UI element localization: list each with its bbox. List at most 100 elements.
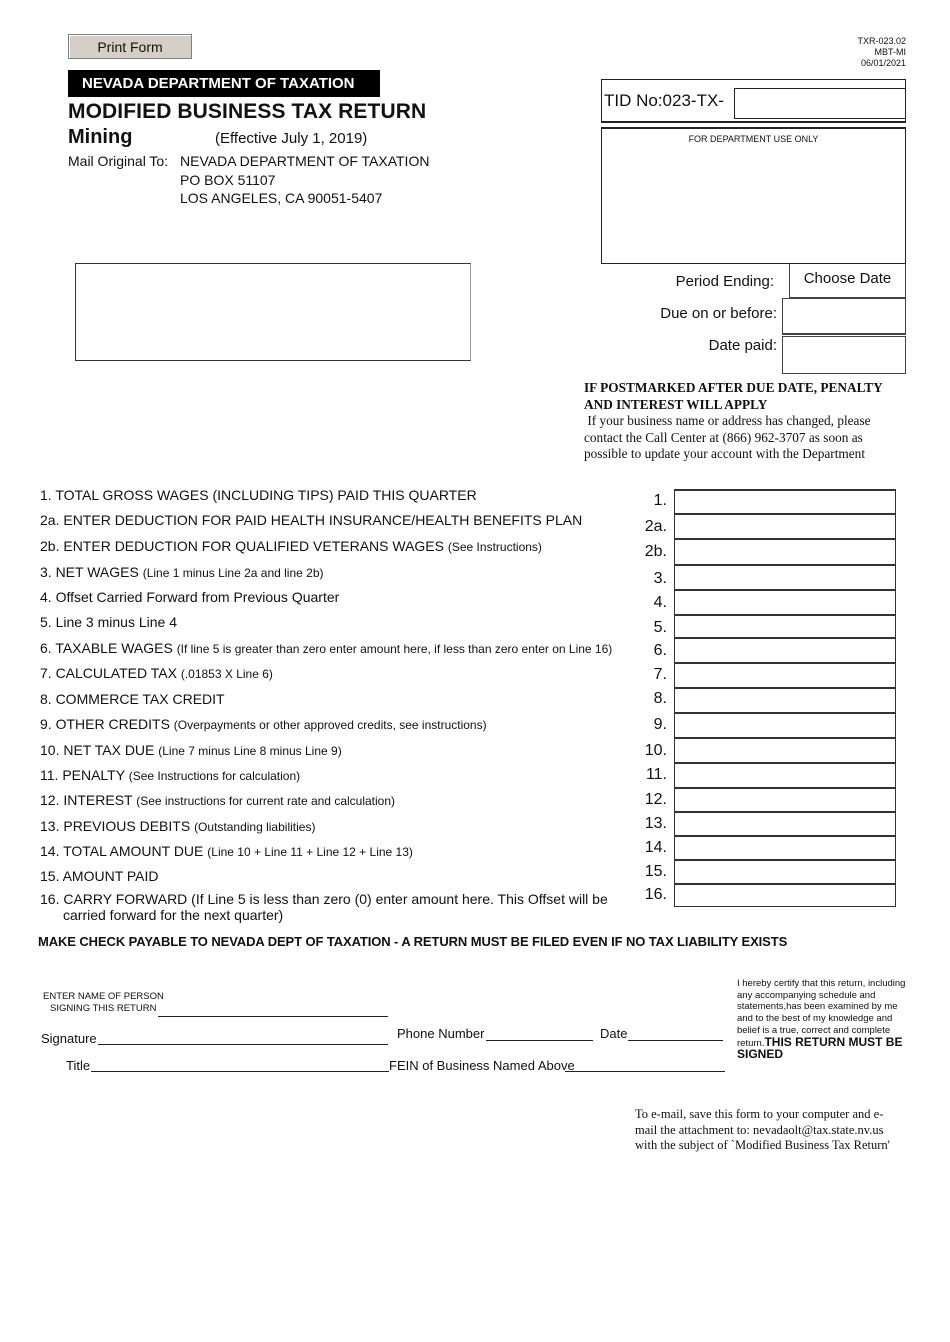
line-title: 10. NET TAX DUE: [40, 742, 159, 758]
line-label: 5. Line 3 minus Line 4: [40, 614, 177, 630]
line-title: 6. TAXABLE WAGES: [40, 640, 177, 656]
line-title: 7. CALCULATED TAX: [40, 665, 181, 681]
line-label: 8. COMMERCE TAX CREDIT: [40, 691, 225, 707]
due-date-field[interactable]: [782, 298, 906, 335]
line-title: 3. NET WAGES: [40, 564, 143, 580]
line-number: 12.: [644, 791, 667, 808]
taxpayer-address-field[interactable]: [75, 263, 471, 361]
penalty-warning: IF POSTMARKED AFTER DUE DATE, PENALTY AN…: [584, 380, 883, 412]
period-ending-label: Period Ending:: [675, 273, 774, 290]
line-number: 9.: [653, 716, 667, 733]
signer-name-label: ENTER NAME OF PERSON SIGNING THIS RETURN: [43, 991, 164, 1015]
line-amount-input[interactable]: [674, 737, 896, 763]
line-instruction: (.01853 X Line 6): [180, 667, 273, 681]
line-instruction: (See instructions for current rate and c…: [136, 794, 396, 808]
phone-field[interactable]: [486, 1040, 593, 1041]
line-number: 3.: [653, 570, 667, 587]
line-number: 5.: [653, 619, 667, 636]
line-amount-input[interactable]: [674, 835, 896, 860]
line-label: 10. NET TAX DUE (Line 7 minus Line 8 min…: [40, 742, 342, 758]
line-label: 11. PENALTY (See Instructions for calcul…: [40, 767, 300, 783]
signer-name-field[interactable]: [158, 1016, 388, 1017]
mail-address-line-3: LOS ANGELES, CA 90051-5407: [180, 190, 383, 206]
signature-label: Signature: [41, 1031, 97, 1046]
line-amount-input[interactable]: [674, 513, 896, 539]
line-instruction: (Line 10 + Line 11 + Line 12 + Line 13): [207, 845, 413, 859]
line-title: 8. COMMERCE TAX CREDIT: [40, 691, 225, 707]
line-title: 13. PREVIOUS DEBITS: [40, 818, 195, 834]
line-label: 3. NET WAGES (Line 1 minus Line 2a and l…: [40, 564, 324, 580]
line-number: 16.: [644, 886, 667, 903]
line-number: 7.: [653, 666, 667, 683]
mail-address-line-1: NEVADA DEPARTMENT OF TAXATION: [180, 153, 430, 169]
line-amount-input[interactable]: [674, 614, 896, 638]
line-instruction: (Outstanding liabilities): [194, 820, 316, 834]
line-number: 1.: [653, 492, 667, 509]
line-label: 2a. ENTER DEDUCTION FOR PAID HEALTH INSU…: [40, 512, 582, 528]
line-number: 13.: [644, 815, 667, 832]
date-label: Date: [600, 1026, 628, 1041]
line-instruction: (See Instructions for calculation): [128, 769, 301, 783]
line-amount-input[interactable]: [674, 564, 896, 590]
line-title: 14. TOTAL AMOUNT DUE: [40, 843, 208, 859]
line-title: 5. Line 3 minus Line 4: [40, 614, 177, 630]
line-number: 15.: [644, 863, 667, 880]
line-title-continued: carried forward for the next quarter): [63, 907, 284, 923]
line-number: 8.: [653, 690, 667, 707]
form-code: TXR-023.02 MBT-MI 06/01/2021: [857, 36, 906, 69]
fein-field[interactable]: [565, 1071, 725, 1072]
form-title: MODIFIED BUSINESS TAX RETURN: [68, 100, 427, 123]
date-field[interactable]: [628, 1040, 723, 1041]
line-label: 14. TOTAL AMOUNT DUE (Line 10 + Line 11 …: [40, 843, 413, 859]
line-amount-input[interactable]: [674, 687, 896, 713]
line-label: 16. CARRY FORWARD (If Line 5 is less tha…: [40, 891, 608, 923]
date-paid-field[interactable]: [782, 336, 906, 374]
line-label: 9. OTHER CREDITS (Overpayments or other …: [40, 716, 487, 732]
line-instruction: (Overpayments or other approved credits,…: [173, 718, 487, 732]
line-amount-input[interactable]: [674, 811, 896, 836]
form-type: MBT-MI: [874, 47, 907, 57]
line-amount-input[interactable]: [674, 489, 896, 514]
fein-label: FEIN of Business Named Above: [389, 1058, 575, 1073]
line-number: 4.: [653, 594, 667, 611]
tid-number-input[interactable]: [734, 88, 906, 119]
penalty-notice: IF POSTMARKED AFTER DUE DATE, PENALTY AN…: [584, 380, 894, 463]
line-amount-input[interactable]: [674, 787, 896, 812]
line-amount-input[interactable]: [674, 637, 896, 663]
signature-field[interactable]: [98, 1044, 388, 1045]
email-instructions: To e-mail, save this form to your comput…: [635, 1107, 890, 1152]
line-title: 15. AMOUNT PAID: [40, 868, 159, 884]
line-label: 4. Offset Carried Forward from Previous …: [40, 589, 339, 605]
tid-label: TID No:023-TX-: [604, 91, 724, 110]
line-title: 11. PENALTY: [40, 767, 129, 783]
signer-name-label-line-2: SIGNING THIS RETURN: [50, 1003, 157, 1014]
line-label: 6. TAXABLE WAGES (If line 5 is greater t…: [40, 640, 612, 656]
line-instruction: (See Instructions): [447, 540, 542, 554]
line-title: 9. OTHER CREDITS: [40, 716, 174, 732]
line-amount-input[interactable]: [674, 538, 896, 565]
line-title: 2a. ENTER DEDUCTION FOR PAID HEALTH INSU…: [40, 512, 583, 528]
date-paid-label: Date paid:: [708, 337, 777, 354]
line-amount-input[interactable]: [674, 589, 896, 615]
department-use-box: [601, 127, 906, 264]
title-field[interactable]: [91, 1071, 389, 1072]
signer-name-label-line-1: ENTER NAME OF PERSON: [43, 991, 164, 1002]
line-label: 7. CALCULATED TAX (.01853 X Line 6): [40, 665, 273, 681]
department-use-label: FOR DEPARTMENT USE ONLY: [688, 134, 819, 144]
effective-date: (Effective July 1, 2019): [215, 130, 368, 147]
line-amount-input[interactable]: [674, 762, 896, 788]
line-amount-input[interactable]: [674, 859, 896, 884]
line-instruction: (Line 7 minus Line 8 minus Line 9): [158, 744, 342, 758]
line-title: 1. TOTAL GROSS WAGES (INCLUDING TIPS) PA…: [40, 487, 477, 503]
period-ending-date-picker[interactable]: Choose Date: [789, 264, 906, 298]
department-banner: NEVADA DEPARTMENT OF TAXATION: [68, 70, 380, 97]
line-amount-input[interactable]: [674, 662, 896, 688]
form-revision-date: 06/01/2021: [860, 58, 906, 68]
line-title: 4. Offset Carried Forward from Previous …: [40, 589, 340, 605]
print-form-button[interactable]: Print Form: [68, 34, 192, 59]
check-payable-note: MAKE CHECK PAYABLE TO NEVADA DEPT OF TAX…: [38, 934, 788, 949]
line-amount-input[interactable]: [674, 883, 896, 907]
line-label: 12. INTEREST (See instructions for curre…: [40, 792, 395, 808]
line-amount-input[interactable]: [674, 712, 896, 738]
line-title: 12. INTEREST: [40, 792, 137, 808]
